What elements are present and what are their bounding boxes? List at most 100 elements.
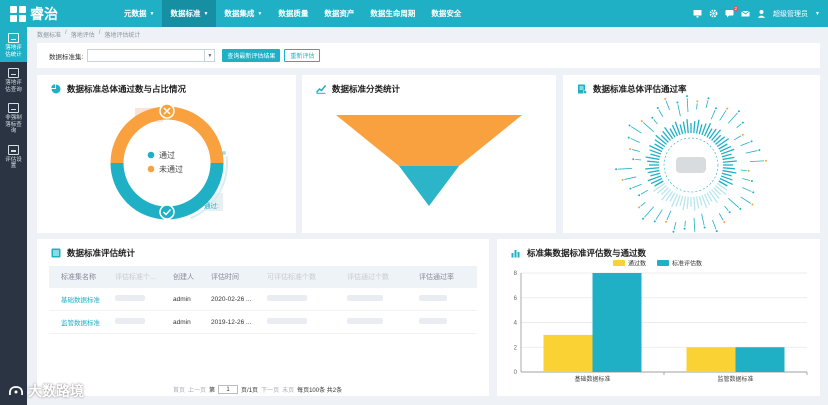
bar-chart-card: 标准集数据标准评估数与通过数 通过数 标准评估数 0 2 4 6 8 基础数据标准 监管数据标准 xyxy=(497,239,820,396)
nav-item-data-assets[interactable]: 数据资产 xyxy=(316,0,362,27)
gauge-ray xyxy=(696,103,698,110)
gauge-dot xyxy=(750,140,753,143)
gauge-ray xyxy=(684,220,686,227)
gauge-dot xyxy=(672,230,675,233)
gauge-dot xyxy=(615,168,618,171)
col-header[interactable]: 评估标准个... xyxy=(115,272,173,282)
sidebar: 落地评估统计 落地评估查询 非强制落标查询 评估设置 xyxy=(0,27,27,405)
gauge-dot xyxy=(651,116,654,119)
col-header[interactable]: 可评估标准个数 xyxy=(267,272,347,282)
gauge-tick xyxy=(664,126,674,140)
y-tick-label: 4 xyxy=(514,321,518,327)
gauge-tick xyxy=(695,196,700,209)
top-bar: 睿治 元数据 ▼ 数据标准 ▼ 数据集成 ▼ 数据质量 数据资产 数据生命周期 数据安… xyxy=(0,0,828,27)
message-icon[interactable]: 2 xyxy=(725,6,739,18)
user-name[interactable]: 超级管理员 xyxy=(773,9,808,19)
last-page-link[interactable]: 末页 xyxy=(282,385,294,394)
gauge-ray xyxy=(733,135,742,141)
gauge-dot xyxy=(628,124,631,127)
breadcrumb-item[interactable]: 数据标准 xyxy=(37,30,61,39)
nav-item-data-security[interactable]: 数据安全 xyxy=(423,0,469,27)
funnel-segment-teal xyxy=(399,166,459,206)
gauge-ray xyxy=(693,217,696,232)
standard-set-link[interactable]: 基础数据标准 xyxy=(49,294,115,304)
monitor-icon[interactable] xyxy=(693,9,702,18)
gauge-ray xyxy=(728,197,740,208)
gauge-ray xyxy=(705,100,709,109)
col-header[interactable]: 评估时间 xyxy=(211,272,267,282)
gauge-ray xyxy=(710,109,716,120)
gauge-tick xyxy=(652,182,666,192)
sidebar-item-assessment-query[interactable]: 落地评估查询 xyxy=(0,62,27,97)
col-header[interactable]: 创建人 xyxy=(173,272,211,282)
query-latest-button[interactable]: 查询最新评估结果 xyxy=(222,49,281,62)
sidebar-item-assessment-stats[interactable]: 落地评估统计 xyxy=(0,27,27,62)
col-header[interactable]: 标准集名称 xyxy=(49,272,115,282)
gauge-tick xyxy=(650,172,661,177)
gauge-ray xyxy=(686,98,689,113)
pass-marker xyxy=(159,204,175,220)
nav-item-data-integration[interactable]: 数据集成 ▼ xyxy=(216,0,270,27)
page-number-input[interactable]: 1 xyxy=(218,385,239,394)
top-right-tools: 2 超级管理员 ▼ xyxy=(693,0,820,27)
chevron-down-icon[interactable]: ▼ xyxy=(204,50,214,61)
legend-label: 标准评估数 xyxy=(672,260,702,268)
gauge-ray xyxy=(640,189,649,195)
gauge-ray xyxy=(673,221,677,230)
gauge-dot xyxy=(686,95,689,98)
gauge-ray xyxy=(658,109,664,117)
pager-summary: 每页100条 共2条 xyxy=(297,388,343,394)
gauge-tick xyxy=(693,196,696,211)
standard-set-select[interactable]: ▼ xyxy=(87,49,216,62)
nav-item-data-standard[interactable]: 数据标准 ▼ xyxy=(162,0,217,27)
reassess-button[interactable]: 重新评估 xyxy=(284,49,321,62)
caret-down-icon[interactable]: ▼ xyxy=(815,11,820,17)
gauge-tick xyxy=(645,167,660,170)
gauge-tick xyxy=(656,185,667,194)
gauge-tick xyxy=(686,196,689,209)
gauge-dot xyxy=(696,100,699,103)
sidebar-item-nonmandatory-query[interactable]: 非强制落标查询 xyxy=(0,97,27,139)
gauge-tick xyxy=(662,130,671,141)
sidebar-item-label: 非强制落标查询 xyxy=(5,115,22,134)
nav-item-data-quality[interactable]: 数据质量 xyxy=(270,0,316,27)
pagination: 首页 上一页 第 1 页/1页 下一页 末页 每页100条 共2条 xyxy=(173,385,342,394)
standard-set-link[interactable]: 监管数据标准 xyxy=(49,317,115,327)
table-row[interactable]: 监管数据标准 admin 2019-12-26 ... xyxy=(49,311,477,334)
pass-rate-gauge xyxy=(615,95,767,233)
gauge-ray xyxy=(742,187,752,192)
gauge-tick xyxy=(682,196,687,211)
breadcrumb: 数据标准 / 落地评估 / 落地评估统计 xyxy=(37,30,140,39)
settings-icon xyxy=(8,144,19,155)
gauge-ray xyxy=(740,196,751,204)
gauge-ray xyxy=(736,123,742,128)
first-page-link[interactable]: 首页 xyxy=(173,385,185,394)
next-page-link[interactable]: 下一页 xyxy=(261,385,279,394)
main-nav: 元数据 ▼ 数据标准 ▼ 数据集成 ▼ 数据质量 数据资产 数据生命周期 数据安全 xyxy=(116,0,469,27)
x-tick-label: 监管数据标准 xyxy=(717,375,753,383)
gauge-dot xyxy=(683,227,686,230)
table-row[interactable]: 基础数据标准 admin 2020-02-26 ... xyxy=(49,288,477,311)
gauge-dot xyxy=(629,147,632,150)
gauge-dot xyxy=(664,97,667,100)
col-header[interactable]: 评估通过率 xyxy=(419,272,477,282)
gear-icon[interactable] xyxy=(709,9,718,18)
gauge-dot xyxy=(621,178,624,181)
prev-page-link[interactable]: 上一页 xyxy=(188,385,206,394)
gauge-tick xyxy=(647,169,660,174)
nav-item-metadata[interactable]: 元数据 ▼ xyxy=(116,0,162,27)
gauge-tick xyxy=(698,124,703,135)
nav-item-data-lifecycle[interactable]: 数据生命周期 xyxy=(362,0,423,27)
sidebar-item-assessment-settings[interactable]: 评估设置 xyxy=(0,139,27,174)
logo[interactable]: 睿治 xyxy=(0,0,78,27)
page-prefix: 第 xyxy=(209,388,216,394)
mail-icon[interactable] xyxy=(741,9,750,18)
gauge-dot xyxy=(726,107,729,110)
gauge-tick xyxy=(715,185,727,196)
col-header[interactable]: 评估通过个数 xyxy=(347,272,419,282)
gauge-dot xyxy=(752,191,755,194)
user-avatar-icon[interactable] xyxy=(757,9,766,18)
gauge-ray xyxy=(630,138,640,143)
breadcrumb-item[interactable]: 落地评估 xyxy=(71,30,95,39)
gauge-ray xyxy=(701,213,705,226)
